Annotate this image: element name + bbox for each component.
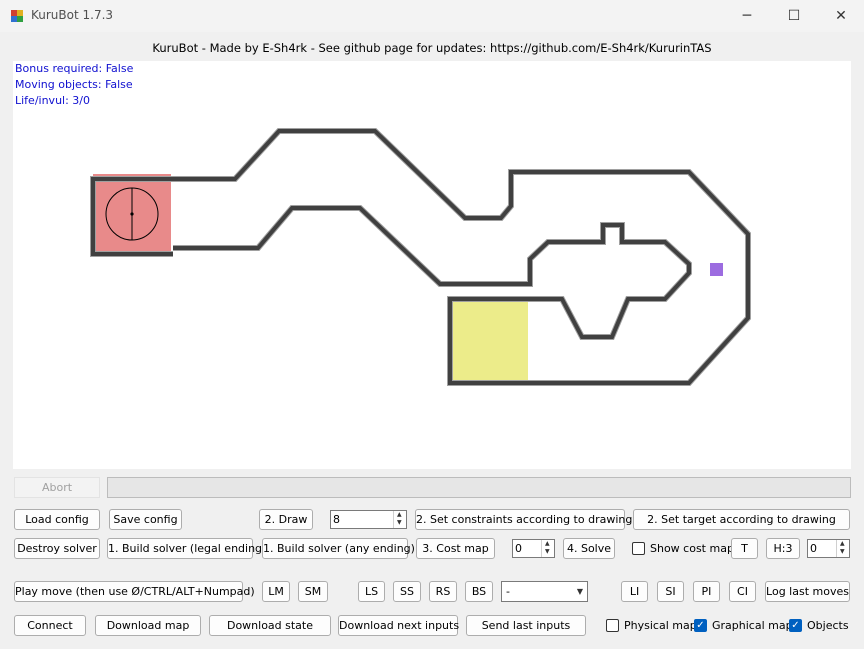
map-canvas[interactable]: Bonus required: False Moving objects: Fa…	[13, 61, 851, 469]
draw-size-spin[interactable]: ▲ ▼	[393, 511, 406, 528]
objects-label: Objects	[807, 618, 849, 632]
cost-map-stepper[interactable]: 0 ▲ ▼	[512, 539, 555, 558]
map-walls	[90, 128, 751, 386]
h-value: 0	[810, 542, 817, 555]
life-invul-label: Life/invul: 3/0	[15, 94, 91, 107]
set-constraints-button[interactable]: 2. Set constraints according to drawing	[415, 509, 632, 530]
maximize-button[interactable]: ☐	[771, 0, 817, 32]
graphical-map-checkbox[interactable]: ✓ Graphical map	[694, 617, 793, 633]
move-combo-value: -	[506, 585, 510, 598]
map-drawing	[90, 128, 751, 386]
abort-button[interactable]: Abort	[14, 477, 100, 498]
ss-button[interactable]: SS	[393, 581, 421, 602]
cost-map-value: 0	[515, 542, 522, 555]
minimize-button[interactable]: ─	[724, 0, 770, 32]
sm-button[interactable]: SM	[298, 581, 328, 602]
li-button[interactable]: LI	[621, 581, 648, 602]
bonus-required-label: Bonus required: False	[15, 62, 134, 75]
show-cost-map-box[interactable]	[632, 541, 645, 555]
destroy-solver-button[interactable]: Destroy solver	[14, 538, 100, 559]
download-next-inputs-button[interactable]: Download next inputs	[338, 615, 459, 636]
maximize-icon: ☐	[787, 8, 801, 24]
build-solver-legal-button[interactable]: 1. Build solver (legal ending)	[107, 538, 266, 559]
window-title: KuruBot 1.7.3	[31, 8, 114, 22]
moving-objects-label: Moving objects: False	[15, 78, 133, 91]
close-icon: ✕	[835, 8, 847, 24]
draw-button[interactable]: 2. Draw	[259, 509, 313, 530]
h3-button[interactable]: H:3	[766, 538, 800, 559]
title-bar: KuruBot 1.7.3 ─ ☐ ✕	[0, 0, 864, 32]
t-button[interactable]: T	[731, 538, 758, 559]
objects-checkbox[interactable]: ✓ Objects	[789, 617, 849, 633]
send-last-inputs-button[interactable]: Send last inputs	[466, 615, 586, 636]
ci-button[interactable]: CI	[729, 581, 756, 602]
bs-button[interactable]: BS	[465, 581, 493, 602]
download-state-button[interactable]: Download state	[209, 615, 331, 636]
app-icon	[11, 10, 23, 22]
ls-button[interactable]: LS	[358, 581, 385, 602]
solver-progress-bar	[107, 477, 851, 498]
chevron-down-icon[interactable]: ▼	[577, 582, 583, 601]
play-move-button[interactable]: Play move (then use Ø/CTRL/ALT+Numpad)	[14, 581, 255, 602]
si-button[interactable]: SI	[657, 581, 684, 602]
connect-button[interactable]: Connect	[14, 615, 86, 636]
physical-map-checkbox[interactable]: Physical map	[606, 617, 697, 633]
show-cost-map-label: Show cost map	[650, 541, 734, 555]
pi-button[interactable]: PI	[693, 581, 720, 602]
lm-button[interactable]: LM	[262, 581, 290, 602]
close-button[interactable]: ✕	[818, 0, 864, 32]
app-header: KuruBot - Made by E-Sh4rk - See github p…	[152, 41, 712, 55]
goal-zone	[450, 301, 528, 383]
cost-map-button[interactable]: 3. Cost map	[416, 538, 495, 559]
objects-box[interactable]: ✓	[789, 618, 802, 632]
rs-button[interactable]: RS	[429, 581, 457, 602]
move-combo[interactable]: - ▼	[501, 581, 588, 602]
physical-map-label: Physical map	[624, 618, 697, 632]
save-config-button[interactable]: Save config	[109, 509, 182, 530]
log-last-moves-button[interactable]: Log last moves	[765, 581, 850, 602]
h-stepper[interactable]: 0 ▲ ▼	[807, 539, 850, 558]
draw-size-stepper[interactable]: 8 ▲ ▼	[330, 510, 407, 529]
graphical-map-label: Graphical map	[712, 618, 793, 632]
build-solver-any-button[interactable]: 1. Build solver (any ending)	[262, 538, 415, 559]
load-config-button[interactable]: Load config	[14, 509, 100, 530]
graphical-map-box[interactable]: ✓	[694, 618, 707, 632]
set-target-button[interactable]: 2. Set target according to drawing	[633, 509, 850, 530]
map-object	[710, 263, 723, 276]
solve-button[interactable]: 4. Solve	[563, 538, 615, 559]
cost-map-spin[interactable]: ▲ ▼	[541, 540, 554, 557]
physical-map-box[interactable]	[606, 618, 619, 632]
minimize-icon: ─	[742, 8, 752, 24]
draw-size-value: 8	[333, 513, 340, 526]
download-map-button[interactable]: Download map	[95, 615, 201, 636]
h-spin[interactable]: ▲ ▼	[836, 540, 849, 557]
show-cost-map-checkbox[interactable]: Show cost map	[632, 540, 734, 556]
